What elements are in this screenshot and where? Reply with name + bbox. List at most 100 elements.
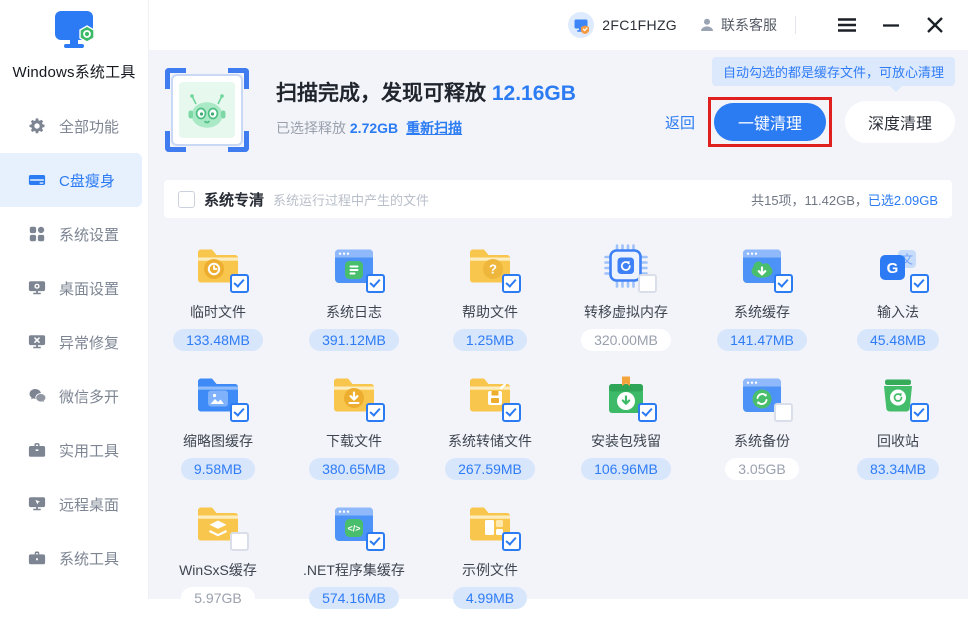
item-size-badge: 141.47MB xyxy=(717,329,807,351)
item-checkbox[interactable] xyxy=(638,403,657,422)
main-content: 扫描完成，发现可释放 12.16GB 已选择释放 2.72GB重新扫描 自动勾选… xyxy=(148,50,968,599)
cleanup-item-14[interactable]: </>.NET程序集缓存574.16MB xyxy=(286,488,422,617)
item-label: 输入法 xyxy=(877,302,919,322)
folder-clock-icon xyxy=(192,240,244,292)
cleanup-item-1[interactable]: 临时文件133.48MB xyxy=(150,230,286,359)
scan-result-header: 扫描完成，发现可释放 12.16GB 已选择释放 2.72GB重新扫描 自动勾选… xyxy=(148,50,968,180)
item-size-badge: 3.05GB xyxy=(725,458,798,480)
hamburger-icon xyxy=(835,13,859,37)
item-checkbox[interactable] xyxy=(910,274,929,293)
item-label: 转移虚拟内存 xyxy=(584,302,668,322)
item-label: 帮助文件 xyxy=(462,302,518,322)
close-button[interactable] xyxy=(922,12,948,38)
rescan-link[interactable]: 重新扫描 xyxy=(406,120,462,136)
cleanup-item-15[interactable]: 示例文件4.99MB xyxy=(422,488,558,617)
sidebar-item-label: 桌面设置 xyxy=(59,278,119,299)
cleanup-item-10[interactable]: 安装包残留106.96MB xyxy=(558,359,694,488)
robot-icon xyxy=(186,90,228,130)
cleanup-item-12[interactable]: 回收站 83.34MB xyxy=(830,359,966,488)
folder-sample-icon xyxy=(464,498,516,550)
recycle-bin-icon xyxy=(872,369,924,421)
sidebar-nav: 全部功能 C盘瘦身系统设置桌面设置异常修复微信多开实用工具远程桌面系统工具 xyxy=(0,99,148,585)
item-checkbox[interactable] xyxy=(502,403,521,422)
sidebar-item-label: 全部功能 xyxy=(59,116,119,137)
item-checkbox[interactable] xyxy=(774,274,793,293)
auto-select-tooltip: 自动勾选的都是缓存文件，可放心清理 xyxy=(712,57,955,86)
item-checkbox[interactable] xyxy=(230,532,249,551)
sidebar-item-label: 系统设置 xyxy=(59,224,119,245)
sidebar-item-9[interactable]: 系统工具 xyxy=(0,531,148,585)
minimize-icon xyxy=(880,14,902,36)
briefcase-icon xyxy=(28,549,46,567)
titlebar: 2FC1FHZG 联系客服 xyxy=(148,0,968,50)
select-all-checkbox[interactable] xyxy=(178,191,195,208)
folder-layers-icon xyxy=(192,498,244,550)
item-label: 系统备份 xyxy=(734,431,790,451)
item-checkbox[interactable] xyxy=(366,532,385,551)
one-click-clean-button[interactable]: 一键清理 xyxy=(714,103,826,141)
minimize-button[interactable] xyxy=(878,12,904,38)
back-link[interactable]: 返回 xyxy=(665,112,695,133)
cleanup-item-4[interactable]: 转移虚拟内存 320.00MB xyxy=(558,230,694,359)
item-checkbox[interactable] xyxy=(230,403,249,422)
item-checkbox[interactable] xyxy=(366,403,385,422)
sidebar-item-3[interactable]: 系统设置 xyxy=(0,207,148,261)
svg-text:</>: </> xyxy=(347,524,360,534)
sidebar-item-8[interactable]: 远程桌面 xyxy=(0,477,148,531)
sidebar-item-label: 异常修复 xyxy=(59,332,119,353)
sidebar: Windows系统工具 全部功能 C盘瘦身系统设置桌面设置异常修复微信多开实用工具… xyxy=(0,0,149,599)
item-checkbox[interactable] xyxy=(366,274,385,293)
input-method-icon: 文G xyxy=(872,240,924,292)
item-label: 缩略图缓存 xyxy=(183,431,253,451)
item-size-badge: 380.65MB xyxy=(309,458,399,480)
item-checkbox[interactable] xyxy=(502,274,521,293)
cleanup-item-9[interactable]: 系统转储文件267.59MB xyxy=(422,359,558,488)
item-checkbox[interactable] xyxy=(502,532,521,551)
cleanup-item-2[interactable]: 系统日志391.12MB xyxy=(286,230,422,359)
scan-result-subtitle: 已选择释放 2.72GB重新扫描 xyxy=(276,118,576,138)
item-label: 下载文件 xyxy=(326,431,382,451)
item-checkbox[interactable] xyxy=(910,403,929,422)
deep-clean-button[interactable]: 深度清理 xyxy=(845,101,955,143)
section-title: 系统专清 xyxy=(204,189,264,210)
window-cache-icon xyxy=(736,240,788,292)
folder-thumbnail-icon xyxy=(192,369,244,421)
item-size-badge: 45.48MB xyxy=(857,329,939,351)
item-size-badge: 5.97GB xyxy=(181,587,254,609)
cleanup-item-8[interactable]: 下载文件 380.65MB xyxy=(286,359,422,488)
sidebar-item-2[interactable]: C盘瘦身 xyxy=(0,153,142,207)
sidebar-item-5[interactable]: 异常修复 xyxy=(0,315,148,369)
sidebar-item-6[interactable]: 微信多开 xyxy=(0,369,148,423)
cleanup-item-3[interactable]: ?帮助文件1.25MB xyxy=(422,230,558,359)
selected-stats[interactable]: 已选2.09GB xyxy=(868,193,938,208)
item-size-badge: 83.34MB xyxy=(857,458,939,480)
item-label: 回收站 xyxy=(877,431,919,451)
license-chip[interactable]: 2FC1FHZG xyxy=(568,12,677,38)
cleanup-item-13[interactable]: WinSxS缓存5.97GB xyxy=(150,488,286,617)
item-checkbox[interactable] xyxy=(638,274,657,293)
app-logo: Windows系统工具 xyxy=(0,0,148,82)
scan-robot-frame xyxy=(165,68,249,152)
grid-icon xyxy=(28,225,46,243)
cleanup-item-6[interactable]: 文G 输入法 45.48MB xyxy=(830,230,966,359)
cleanup-item-11[interactable]: 系统备份 3.05GB xyxy=(694,359,830,488)
item-checkbox[interactable] xyxy=(774,403,793,422)
item-size-badge: 267.59MB xyxy=(445,458,535,480)
memory-chip-icon xyxy=(600,240,652,292)
menu-button[interactable] xyxy=(834,12,860,38)
item-label: .NET程序集缓存 xyxy=(303,560,405,580)
cleanup-item-5[interactable]: 系统缓存141.47MB xyxy=(694,230,830,359)
item-size-badge: 320.00MB xyxy=(581,329,671,351)
cleanup-item-7[interactable]: 缩略图缓存9.58MB xyxy=(150,359,286,488)
sidebar-item-4[interactable]: 桌面设置 xyxy=(0,261,148,315)
contact-support-button[interactable]: 联系客服 xyxy=(699,15,777,35)
sidebar-item-7[interactable]: 实用工具 xyxy=(0,423,148,477)
sidebar-item-1[interactable]: 全部功能 xyxy=(0,99,148,153)
app-title: Windows系统工具 xyxy=(0,61,148,82)
gear-icon xyxy=(28,117,46,135)
item-checkbox[interactable] xyxy=(230,274,249,293)
system-clean-section-header: 系统专清 系统运行过程中产生的文件 共15项，11.42GB，已选2.09GB xyxy=(164,180,952,218)
item-label: 临时文件 xyxy=(190,302,246,322)
item-size-badge: 1.25MB xyxy=(453,329,527,351)
sidebar-item-label: C盘瘦身 xyxy=(59,170,115,191)
